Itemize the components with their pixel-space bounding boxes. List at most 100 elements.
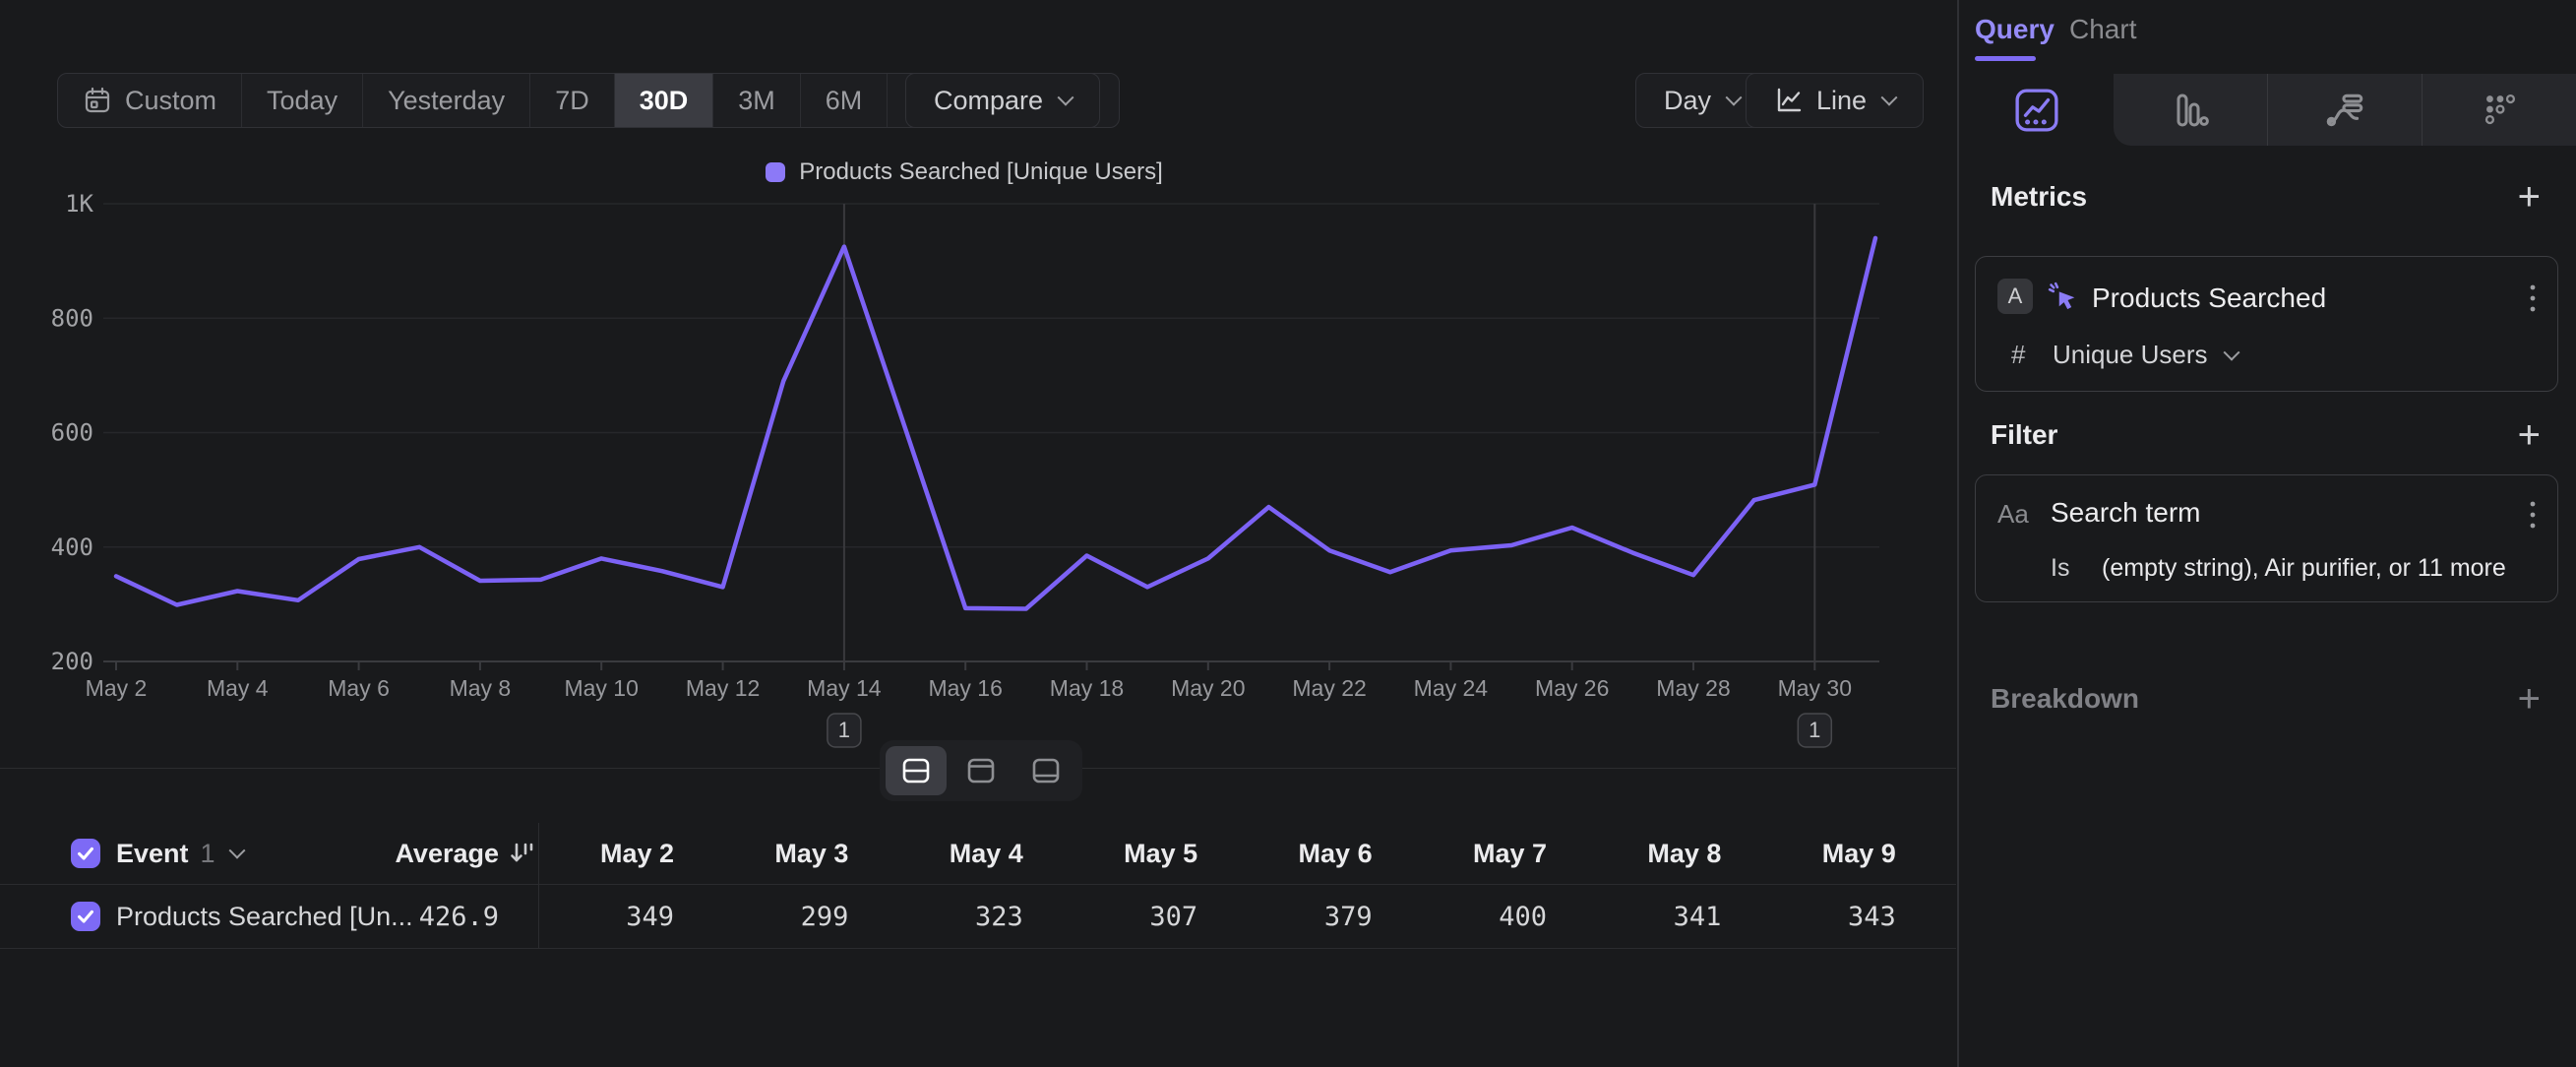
svg-text:1: 1 xyxy=(838,718,850,742)
date-column-header[interactable]: May 7 xyxy=(1389,823,1547,884)
x-tick-label: May 14 xyxy=(807,675,882,701)
chevron-down-icon xyxy=(1881,90,1898,106)
series-line[interactable] xyxy=(116,238,1875,609)
date-column-header[interactable]: May 2 xyxy=(517,823,674,884)
compare-button[interactable]: Compare xyxy=(905,73,1100,128)
table-row[interactable]: Products Searched [Un... 426.9 349299323… xyxy=(0,885,1956,949)
split-view-button[interactable] xyxy=(886,746,947,795)
tab-query[interactable]: Query xyxy=(1975,14,2055,45)
filter-operator[interactable]: Is xyxy=(2051,554,2069,583)
x-tick-label: May 16 xyxy=(928,675,1002,701)
value-cell: 323 xyxy=(866,885,1023,948)
range-3m[interactable]: 3M xyxy=(712,74,800,127)
annotation-badge[interactable]: 1 xyxy=(1798,714,1831,747)
range-yesterday[interactable]: Yesterday xyxy=(362,74,529,127)
calendar-icon xyxy=(83,86,112,115)
table-column-divider xyxy=(538,823,539,949)
y-tick-label: 800 xyxy=(51,304,93,332)
event-label: Event xyxy=(116,839,189,869)
average-header[interactable]: Average xyxy=(258,823,499,884)
date-column-header[interactable]: May 8 xyxy=(1564,823,1721,884)
line-chart-icon xyxy=(1774,86,1804,115)
table-only-view-button[interactable] xyxy=(1015,746,1076,795)
value-cell: 343 xyxy=(1739,885,1896,948)
event-count: 1 xyxy=(201,839,215,869)
x-tick-label: May 30 xyxy=(1778,675,1852,701)
add-filter-button[interactable]: + xyxy=(2518,415,2541,455)
chart-legend[interactable]: Products Searched [Unique Users] xyxy=(0,158,1929,186)
y-tick-label: 400 xyxy=(51,534,93,561)
chevron-down-icon xyxy=(1726,90,1743,106)
range-custom[interactable]: Custom xyxy=(58,74,241,127)
line-chart-square-icon xyxy=(2014,88,2059,133)
flow-icon xyxy=(2322,88,2367,133)
bar-chart-icon xyxy=(2169,89,2212,132)
chart-only-view-button[interactable] xyxy=(951,746,1012,795)
chart-type-label: Line xyxy=(1816,86,1867,116)
range-today[interactable]: Today xyxy=(241,74,362,127)
event-header[interactable]: Event 1 xyxy=(116,823,243,884)
y-tick-label: 1K xyxy=(65,192,93,218)
range-30d[interactable]: 30D xyxy=(614,74,713,127)
legend-label: Products Searched [Unique Users] xyxy=(799,158,1163,186)
chart-type-button[interactable]: Line xyxy=(1746,73,1924,128)
date-column-header[interactable]: May 9 xyxy=(1739,823,1896,884)
chart-type-tab-strip xyxy=(1959,74,2576,146)
add-breakdown-button[interactable]: + xyxy=(2518,679,2541,719)
metric-card[interactable]: A Products Searched # Unique Users xyxy=(1975,256,2558,392)
x-tick-label: May 12 xyxy=(686,675,760,701)
value-cell: 341 xyxy=(1564,885,1721,948)
kebab-menu-icon[interactable] xyxy=(2528,499,2538,537)
text-type-icon: Aa xyxy=(1997,499,2029,530)
date-column-header[interactable]: May 4 xyxy=(866,823,1023,884)
x-tick-label: May 10 xyxy=(564,675,638,701)
view-toggle-group xyxy=(880,740,1082,801)
measure-selector[interactable]: Unique Users xyxy=(2053,340,2238,370)
x-tick-label: May 26 xyxy=(1535,675,1609,701)
x-tick-label: May 2 xyxy=(86,675,148,701)
inactive-chart-type-tabs xyxy=(2114,74,2576,146)
x-tick-label: May 28 xyxy=(1656,675,1730,701)
compare-label: Compare xyxy=(934,86,1043,116)
tab-flow[interactable] xyxy=(2267,74,2422,146)
filter-value[interactable]: (empty string), Air purifier, or 11 more xyxy=(2102,554,2506,583)
date-column-header[interactable]: May 6 xyxy=(1215,823,1373,884)
metric-name: Products Searched xyxy=(2092,282,2326,314)
tab-bar-chart[interactable] xyxy=(2114,74,2267,146)
date-column-header[interactable]: May 3 xyxy=(691,823,848,884)
query-panel: Query Chart xyxy=(1957,0,2576,1067)
row-checkbox[interactable] xyxy=(71,902,100,931)
cursor-click-icon xyxy=(2047,281,2080,319)
tab-line-chart[interactable] xyxy=(1959,74,2114,146)
x-tick-label: May 4 xyxy=(207,675,269,701)
x-tick-label: May 18 xyxy=(1050,675,1124,701)
legend-swatch xyxy=(766,162,785,182)
x-tick-label: May 20 xyxy=(1171,675,1245,701)
x-tick-label: May 24 xyxy=(1414,675,1489,701)
chevron-down-icon xyxy=(228,843,245,859)
x-tick-label: May 6 xyxy=(328,675,390,701)
annotation-badge[interactable]: 1 xyxy=(828,714,861,747)
tab-dots-grid[interactable] xyxy=(2422,74,2576,146)
line-chart[interactable]: 2004006008001KMay 2May 4May 6May 8May 10… xyxy=(0,192,1929,763)
value-cell: 400 xyxy=(1389,885,1547,948)
breakdown-section-title: Breakdown xyxy=(1991,683,2139,715)
filter-property-name: Search term xyxy=(2051,497,2201,529)
table-header-row: Event 1 Average May 2 May 3 May 4 May 5 May … xyxy=(0,823,1956,885)
tab-chart[interactable]: Chart xyxy=(2069,14,2136,45)
chevron-down-icon xyxy=(2223,344,2239,360)
x-tick-label: May 22 xyxy=(1292,675,1366,701)
active-tab-underline xyxy=(1975,56,2036,61)
kebab-menu-icon[interactable] xyxy=(2528,282,2538,321)
metric-letter-badge: A xyxy=(1997,279,2033,314)
add-metric-button[interactable]: + xyxy=(2518,177,2541,217)
dots-grid-icon xyxy=(2479,90,2520,131)
filter-section-title: Filter xyxy=(1991,419,2057,451)
filter-card[interactable]: Aa Search term Is (empty string), Air pu… xyxy=(1975,474,2558,602)
date-column-header[interactable]: May 5 xyxy=(1040,823,1197,884)
select-all-checkbox[interactable] xyxy=(71,839,100,868)
x-tick-label: May 8 xyxy=(450,675,512,701)
range-7d[interactable]: 7D xyxy=(529,74,614,127)
range-6m[interactable]: 6M xyxy=(800,74,888,127)
analytics-app: CustomTodayYesterday7D30D3M6M12MXTD Comp… xyxy=(0,0,2576,1067)
